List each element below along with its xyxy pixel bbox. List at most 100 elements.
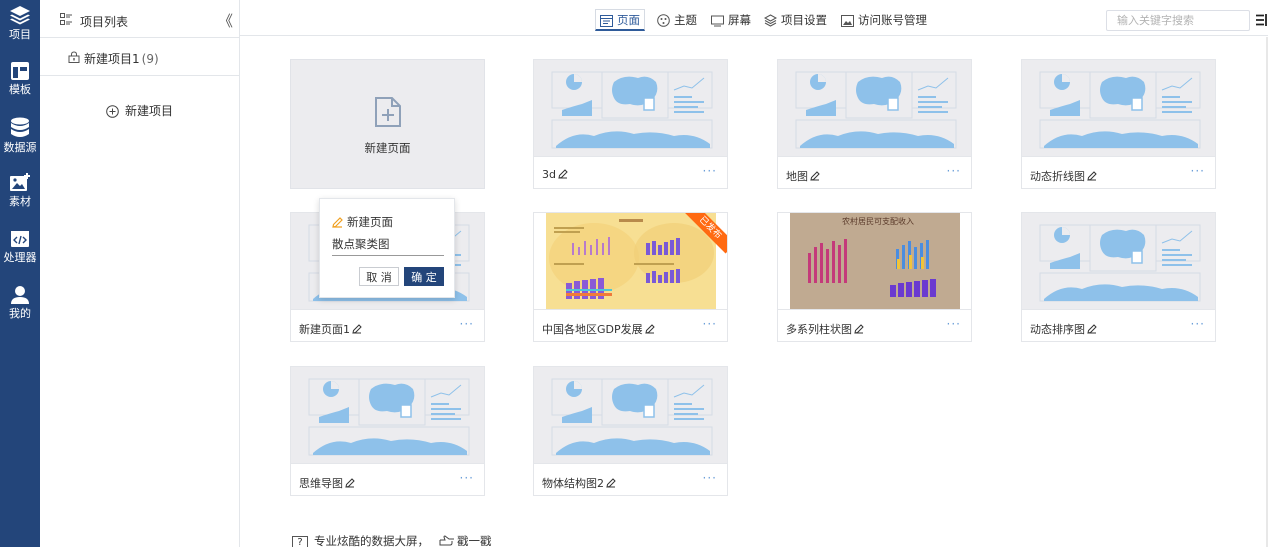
search-input[interactable]	[1106, 10, 1250, 31]
bar-chart-thumb-icon	[546, 213, 716, 309]
page-thumbnail	[534, 60, 727, 156]
page-name-text: 多系列柱状图	[786, 323, 852, 336]
dashboard-thumb-icon	[551, 71, 713, 149]
database-icon	[11, 117, 29, 137]
dashboard-thumb-icon	[551, 378, 713, 456]
confirm-button[interactable]: 确 定	[404, 267, 444, 286]
rail-item-assets[interactable]: 素材	[0, 169, 40, 219]
template-icon	[11, 62, 29, 80]
rail-label: 处理器	[3, 251, 37, 264]
rail-item-datasource[interactable]: 数据源	[0, 113, 40, 163]
more-options-button[interactable]: ···	[460, 317, 474, 331]
rail-item-template[interactable]: 模板	[0, 57, 40, 107]
poke-link[interactable]: 戳一戳	[439, 534, 492, 547]
rail-label: 数据源	[3, 141, 37, 154]
page-card-footer: 地图 ···	[778, 156, 971, 189]
edit-pencil-icon[interactable]	[1087, 324, 1097, 334]
more-options-button[interactable]: ···	[947, 317, 961, 331]
page-thumbnail	[291, 367, 484, 463]
page-card[interactable]: 3d ···	[533, 59, 728, 189]
edit-pencil-icon[interactable]	[645, 324, 655, 334]
edit-pencil-icon[interactable]	[352, 324, 362, 334]
poke-link-text: 戳一戳	[457, 534, 492, 547]
new-page-card[interactable]: 新建页面	[290, 59, 485, 189]
tab-label: 页面	[617, 13, 640, 27]
edit-pencil-icon[interactable]	[1087, 171, 1097, 181]
page-name-text: 思维导图	[299, 477, 343, 490]
collapse-panel-button[interactable]: 《	[218, 10, 233, 31]
page-name-text: 中国各地区GDP发展	[542, 323, 643, 336]
page-name[interactable]: 动态排序图	[1030, 321, 1097, 337]
more-options-button[interactable]: ···	[703, 471, 717, 485]
page-card[interactable]: 已发布 中国各地区GDP发展 ···	[533, 212, 728, 342]
tab-screen[interactable]: 屏幕	[707, 10, 755, 32]
page-card[interactable]: 物体结构图2 ···	[533, 366, 728, 496]
page-card-footer: 动态折线图 ···	[1022, 156, 1215, 189]
edit-pencil-icon[interactable]	[606, 478, 616, 488]
page-thumbnail	[534, 367, 727, 463]
tab-theme[interactable]: 主题	[653, 10, 701, 32]
more-options-button[interactable]: ···	[703, 164, 717, 178]
page-card-footer: 动态排序图 ···	[1022, 309, 1215, 342]
page-name-text: 新建页面1	[299, 323, 350, 336]
page-card[interactable]: 动态折线图 ···	[1021, 59, 1216, 189]
page-name[interactable]: 物体结构图2	[542, 475, 616, 491]
page-card-footer: 3d ···	[534, 156, 727, 189]
more-options-button[interactable]: ···	[1191, 164, 1205, 178]
dashboard-thumb-icon	[308, 378, 470, 456]
tab-project-settings[interactable]: 项目设置	[760, 10, 831, 32]
edit-pencil-icon[interactable]	[810, 171, 820, 181]
page-name[interactable]: 多系列柱状图	[786, 321, 864, 337]
page-thumbnail	[1022, 60, 1215, 156]
screen-icon	[711, 15, 724, 27]
popup-page-type: 新建页面	[332, 214, 393, 230]
page-name[interactable]: 中国各地区GDP发展	[542, 321, 655, 337]
code-icon	[11, 231, 29, 247]
new-file-icon	[375, 97, 401, 127]
page-name[interactable]: 3d	[542, 168, 568, 181]
page-card[interactable]: 地图 ···	[777, 59, 972, 189]
more-options-button[interactable]: ···	[460, 471, 474, 485]
page-name-input[interactable]: 散点聚类图	[332, 236, 390, 252]
page-card[interactable]: 思维导图 ···	[290, 366, 485, 496]
more-options-button[interactable]: ···	[947, 164, 961, 178]
rail-item-mine[interactable]: 我的	[0, 281, 40, 331]
page-name[interactable]: 思维导图	[299, 475, 355, 491]
page-thumbnail: 已发布	[534, 213, 727, 309]
settings-layers-icon	[764, 14, 777, 27]
page-card[interactable]: 动态排序图 ···	[1021, 212, 1216, 342]
plus-circle-icon	[106, 105, 119, 118]
footer-tip-text: 专业炫酷的数据大屏，	[314, 534, 429, 547]
rail-label: 模板	[9, 83, 31, 96]
new-project-button[interactable]: 新建项目	[106, 102, 173, 119]
project-item[interactable]: 新建项目1 (9)	[40, 38, 239, 76]
tab-account-management[interactable]: 访问账号管理	[837, 10, 931, 32]
edit-pencil-icon[interactable]	[854, 324, 864, 334]
cancel-button[interactable]: 取 消	[359, 267, 399, 286]
page-card[interactable]: 农村居民可支配收入 多系列柱状图 ···	[777, 212, 972, 342]
edit-pencil-icon[interactable]	[558, 169, 568, 179]
project-item-label: 新建项目1 (9)	[84, 50, 159, 67]
page-name-text: 地图	[786, 170, 808, 183]
menu-icon[interactable]	[1256, 14, 1268, 26]
left-nav-rail: 项目 模板 数据源 素材 处理器 我的	[0, 0, 40, 547]
input-underline	[332, 255, 444, 256]
page-name[interactable]: 地图	[786, 168, 820, 184]
project-panel-title: 项目列表	[80, 15, 129, 29]
new-page-label: 新建页面	[364, 141, 411, 155]
list-icon	[60, 13, 72, 25]
more-options-button[interactable]: ···	[1191, 317, 1205, 331]
project-count: (9)	[141, 52, 159, 66]
layers-icon	[10, 6, 30, 25]
top-toolbar: 页面 主题 屏幕 项目设置 访问账号管理	[240, 0, 1268, 36]
edit-pencil-icon[interactable]	[345, 478, 355, 488]
tab-page[interactable]: 页面	[595, 9, 645, 31]
theme-icon	[657, 14, 670, 27]
rail-item-processor[interactable]: 处理器	[0, 225, 40, 275]
pointing-hand-icon	[439, 535, 454, 546]
rail-item-project[interactable]: 项目	[0, 0, 40, 50]
page-name[interactable]: 新建页面1	[299, 321, 362, 337]
more-options-button[interactable]: ···	[703, 317, 717, 331]
page-name[interactable]: 动态折线图	[1030, 168, 1097, 184]
new-project-label: 新建项目	[125, 104, 174, 118]
